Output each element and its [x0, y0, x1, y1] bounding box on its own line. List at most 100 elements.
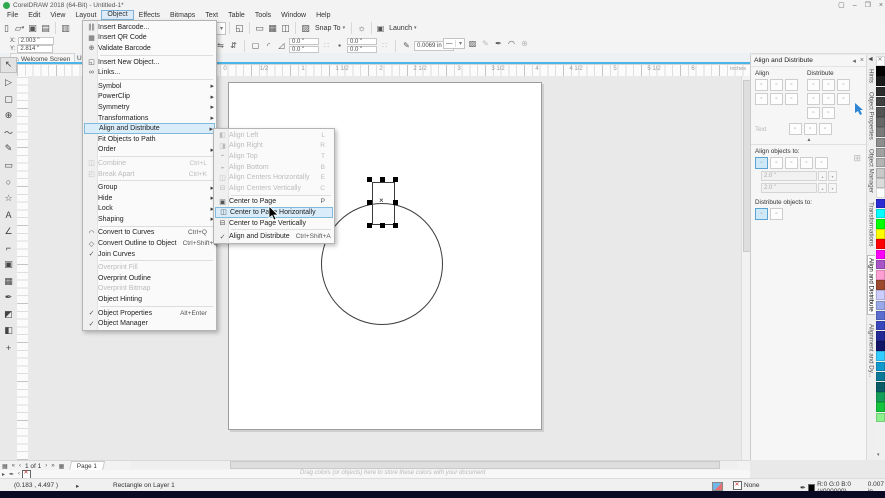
smart-fill-tool[interactable]: ◧ — [1, 324, 16, 338]
color-swatch[interactable] — [876, 158, 885, 168]
object-menu-item-align-and-distribute[interactable]: Align and Distribute▸ — [84, 123, 215, 134]
color-swatch[interactable] — [876, 138, 885, 148]
close-button[interactable]: × — [879, 2, 883, 9]
freehand-tool[interactable]: ～ — [1, 125, 16, 139]
object-menu-item-powerclip[interactable]: PowerClip▸ — [84, 92, 215, 103]
artistic-media-tool[interactable]: ✎ — [1, 142, 16, 156]
color-swatch[interactable] — [876, 301, 885, 311]
align-to-page-center-button[interactable] — [785, 157, 798, 169]
distribute-right-button[interactable] — [807, 93, 820, 105]
color-swatch[interactable] — [876, 362, 885, 372]
previous-page-icon[interactable]: ‹ — [19, 463, 21, 469]
transparency-tool[interactable]: ▦ — [1, 274, 16, 288]
horizontal-scrollbar-thumb[interactable] — [230, 461, 720, 469]
corner-radius-bottom-left-field[interactable]: 0.0 " — [289, 46, 319, 53]
object-menu-item-symbol[interactable]: Symbol▸ — [84, 81, 215, 92]
corner-radius-bottom-right-field[interactable]: 0.0 " — [347, 46, 377, 53]
fill-status[interactable]: None — [733, 481, 760, 490]
statusbar-flyout-icon[interactable]: ▸ — [76, 482, 79, 490]
color-swatch[interactable] — [876, 270, 885, 280]
paste-button[interactable]: ▥ — [59, 22, 72, 35]
menu-text[interactable]: Text — [200, 11, 223, 20]
docker-pin-icon[interactable]: ◄ — [867, 56, 874, 63]
show-guidelines-button[interactable]: ◫ — [279, 22, 292, 35]
object-menu-item-insert-new-object[interactable]: ◱Insert New Object... — [84, 57, 215, 68]
distribute-center-h-button[interactable] — [822, 79, 835, 91]
outline-style-dropdown[interactable]: — ▾ — [443, 38, 465, 49]
corner-radius-top-right-field[interactable]: 0.0 " — [347, 38, 377, 45]
rectangle-tool[interactable]: ▭ — [1, 158, 16, 172]
color-swatch[interactable] — [876, 168, 885, 178]
next-page-icon[interactable]: › — [45, 463, 47, 469]
selection-handle[interactable] — [380, 177, 385, 182]
menu-table[interactable]: Table — [223, 11, 250, 20]
align-center-v-button[interactable] — [770, 93, 783, 105]
docker-tab-object-properties[interactable]: Object Properties — [868, 92, 875, 140]
docker-tab-hints[interactable]: Hints — [868, 69, 875, 83]
color-swatch[interactable] — [876, 127, 885, 137]
x-position-field[interactable]: 2.003 " — [18, 37, 54, 45]
object-menu-item-order[interactable]: Order▸ — [84, 145, 215, 156]
color-swatch[interactable] — [876, 372, 885, 382]
color-swatch[interactable] — [876, 413, 885, 423]
selection-handle[interactable] — [380, 223, 385, 228]
crop-tool[interactable]: ▢ — [1, 92, 16, 106]
color-swatch[interactable] — [876, 290, 885, 300]
align-center-h-button[interactable] — [770, 79, 783, 91]
color-swatch[interactable] — [876, 66, 885, 76]
connector-tool[interactable]: ⌐ — [1, 241, 16, 255]
options-gear-icon[interactable]: ☼ — [355, 22, 368, 35]
y-position-field[interactable]: 2.814 " — [17, 45, 53, 53]
color-swatch[interactable] — [876, 280, 885, 290]
color-swatch[interactable] — [876, 229, 885, 239]
spin-up-icon[interactable]: ▴ — [818, 183, 827, 193]
docker-tab-object-manager[interactable]: Object Manager — [868, 149, 875, 193]
distribute-to-extent-of-page-button[interactable] — [770, 208, 783, 220]
object-menu-item-hide[interactable]: Hide▸ — [84, 193, 215, 204]
snap-to-dropdown[interactable]: Snap To ▾ — [312, 25, 348, 32]
menu-layout[interactable]: Layout — [70, 11, 101, 20]
text-last-baseline-button[interactable] — [804, 123, 817, 135]
interactive-fill-tool[interactable]: ◩ — [1, 307, 16, 321]
object-menu-item-symmetry[interactable]: Symmetry▸ — [84, 102, 215, 113]
first-page-icon[interactable]: « — [12, 463, 15, 469]
text-first-baseline-button[interactable] — [789, 123, 802, 135]
add-tools-tool[interactable]: + — [1, 341, 16, 355]
distribute-spacing-h-button[interactable] — [837, 79, 850, 91]
chamfered-corner-button[interactable]: ◿ — [276, 40, 287, 51]
attributes-eyedropper-button[interactable]: ✒ — [493, 38, 504, 49]
color-swatch[interactable] — [876, 188, 885, 198]
tab-untitled-fragment[interactable]: U — [77, 55, 82, 62]
docker-section-collapse[interactable]: ▲ — [751, 137, 867, 145]
align-bottom-button[interactable] — [785, 93, 798, 105]
object-menu-item-shaping[interactable]: Shaping▸ — [84, 214, 215, 225]
color-swatch[interactable] — [876, 117, 885, 127]
color-swatch[interactable] — [876, 87, 885, 97]
color-swatch[interactable] — [876, 382, 885, 392]
corner-radius-top-left-field[interactable]: 0.0 " — [289, 38, 319, 45]
scalloped-corner-button[interactable]: ◜ — [263, 40, 274, 51]
spin-up-icon[interactable]: ▴ — [818, 171, 827, 181]
no-color-swatch[interactable] — [876, 56, 885, 66]
pick-tool[interactable]: ↖ — [0, 57, 17, 73]
docker-tab-transformations[interactable]: Transformations — [868, 202, 875, 246]
drop-shadow-tool[interactable]: ▣ — [1, 258, 16, 272]
add-page-icon[interactable]: ▦ — [59, 463, 65, 470]
color-swatch[interactable] — [876, 311, 885, 321]
object-menu-item-object-hinting[interactable]: Object Hinting — [84, 294, 215, 305]
docpal-flyout-icon[interactable]: ▸ — [2, 471, 5, 478]
color-swatch[interactable] — [876, 209, 885, 219]
open-button[interactable]: ▱▾ — [13, 22, 26, 35]
object-menu-item-join-curves[interactable]: ✓Join Curves — [84, 249, 215, 260]
color-swatch[interactable] — [876, 107, 885, 117]
palette-scroll-down-icon[interactable]: ▾ — [877, 452, 880, 458]
object-menu-item-validate-barcode[interactable]: ⊕Validate Barcode — [84, 43, 215, 54]
mirror-vertical-button[interactable]: ⇵ — [228, 40, 239, 51]
spin-down-icon[interactable]: ▾ — [828, 183, 837, 193]
text-bounding-box-button[interactable] — [819, 123, 832, 135]
save-button[interactable]: ▣ — [26, 22, 39, 35]
object-menu-item-insert-barcode[interactable]: ∥∥Insert Barcode... — [84, 22, 215, 33]
menu-view[interactable]: View — [45, 11, 70, 20]
shape-tool[interactable]: ▷ — [1, 76, 16, 90]
distribute-to-extent-of-selection-button[interactable] — [755, 208, 768, 220]
